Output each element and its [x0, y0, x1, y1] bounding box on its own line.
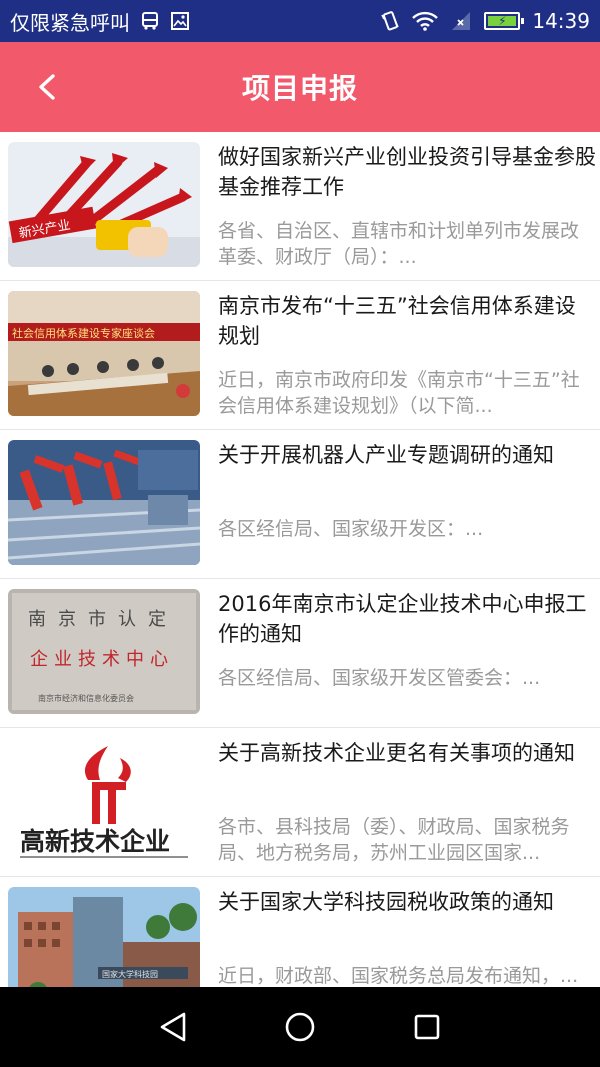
article-text: 做好国家新兴产业创业投资引导基金参股基金推荐工作 各省、自治区、直辖市和计划单列…: [218, 142, 596, 280]
article-title[interactable]: 做好国家新兴产业创业投资引导基金参股基金推荐工作: [218, 142, 596, 204]
article-thumbnail-tech-center-plaque: 南京市认定 企业技术中心 南京市经济和信息化委员会: [8, 589, 200, 714]
article-title[interactable]: 南京市发布“十三五”社会信用体系建设规划: [218, 291, 596, 353]
article-thumbnail-robots: [8, 440, 200, 565]
list-item[interactable]: 国家大学科技园 关于国家大学科技园税收政策的通知 近日，财政部、国家税务总局发布…: [0, 877, 600, 987]
article-text: 关于国家大学科技园税收政策的通知 近日，财政部、国家税务总局发布通知，...: [218, 887, 596, 987]
article-list[interactable]: 新兴产业 做好国家新兴产业创业投资引导基金参股基金推荐工作 各省、自治区、直辖市…: [0, 132, 600, 987]
status-bar: 仅限紧急呼叫 ⚡ 14:39: [0, 0, 600, 42]
list-item[interactable]: 南京市认定 企业技术中心 南京市经济和信息化委员会 2016年南京市认定企业技术…: [0, 579, 600, 728]
page-title: 项目申报: [241, 72, 358, 105]
battery-icon: ⚡: [484, 12, 525, 30]
list-item[interactable]: 社会信用体系建设专家座谈会 南京市发布“十三五”社会信用体系建设规划 近日，南京…: [0, 281, 600, 430]
article-text: 关于高新技术企业更名有关事项的通知 各市、县科技局（委）、财政局、国家税务局、地…: [218, 738, 596, 876]
article-summary: 近日，南京市政府印发《南京市“十三五”社会信用体系建设规划》（以下简...: [218, 369, 580, 417]
article-thumbnail-credit-meeting: 社会信用体系建设专家座谈会: [8, 291, 200, 416]
app-bar: 项目申报: [0, 42, 600, 132]
signal-icon: [450, 11, 472, 31]
article-text: 关于开展机器人产业专题调研的通知 各区经信局、国家级开发区：...: [218, 440, 596, 578]
article-title[interactable]: 关于开展机器人产业专题调研的通知: [218, 440, 596, 502]
circle-home-icon: [285, 1012, 315, 1042]
clock: 14:39: [532, 9, 590, 33]
system-nav-bar: [0, 987, 600, 1067]
logo-caption: 高新技术企业: [20, 827, 170, 856]
status-right: ⚡ 14:39: [380, 9, 590, 33]
triangle-back-icon: [161, 1012, 186, 1042]
article-summary: 近日，财政部、国家税务总局发布通知，...: [218, 965, 579, 987]
thumb-caption: 国家大学科技园: [102, 969, 158, 979]
wifi-icon: [412, 11, 439, 31]
plaque-mid-text: 企业技术中心: [30, 649, 174, 670]
article-text: 南京市发布“十三五”社会信用体系建设规划 近日，南京市政府印发《南京市“十三五”…: [218, 291, 596, 429]
list-item[interactable]: 高新技术企业 关于高新技术企业更名有关事项的通知 各市、县科技局（委）、财政局、…: [0, 728, 600, 877]
article-title[interactable]: 2016年南京市认定企业技术中心申报工作的通知: [218, 589, 596, 651]
article-summary: 各省、自治区、直辖市和计划单列市发展改革委、财政厅（局）：...: [218, 220, 580, 268]
list-item[interactable]: 关于开展机器人产业专题调研的通知 各区经信局、国家级开发区：...: [0, 430, 600, 579]
thumb-caption: 社会信用体系建设专家座谈会: [12, 326, 155, 340]
article-thumbnail-startup-investment: 新兴产业: [8, 142, 200, 267]
nav-home-button[interactable]: [270, 997, 330, 1057]
nav-back-button[interactable]: [143, 997, 203, 1057]
article-summary: 各市、县科技局（委）、财政局、国家税务局、地方税务局，苏州工业园区国家...: [218, 816, 570, 864]
bus-icon: [140, 11, 160, 31]
image-icon: [170, 11, 190, 31]
status-left: 仅限紧急呼叫: [10, 7, 190, 36]
article-thumbnail-science-park: 国家大学科技园: [8, 887, 200, 987]
square-recents-icon: [414, 1014, 439, 1040]
chevron-left-icon: [39, 74, 55, 100]
article-title[interactable]: 关于国家大学科技园税收政策的通知: [218, 887, 596, 949]
list-item[interactable]: 新兴产业 做好国家新兴产业创业投资引导基金参股基金推荐工作 各省、自治区、直辖市…: [0, 132, 600, 281]
plaque-top-text: 南京市认定: [28, 609, 178, 630]
article-title[interactable]: 关于高新技术企业更名有关事项的通知: [218, 738, 596, 800]
plaque-bottom-text: 南京市经济和信息化委员会: [38, 693, 134, 703]
nav-recents-button[interactable]: [397, 997, 457, 1057]
back-button[interactable]: [22, 62, 72, 112]
article-thumbnail-high-tech-logo: 高新技术企业: [8, 738, 200, 863]
vibrate-icon: [380, 10, 400, 32]
article-summary: 各区经信局、国家级开发区管委会：...: [218, 667, 541, 689]
article-text: 2016年南京市认定企业技术中心申报工作的通知 各区经信局、国家级开发区管委会：…: [218, 589, 596, 727]
carrier-text: 仅限紧急呼叫: [10, 10, 130, 35]
article-summary: 各区经信局、国家级开发区：...: [218, 518, 484, 540]
